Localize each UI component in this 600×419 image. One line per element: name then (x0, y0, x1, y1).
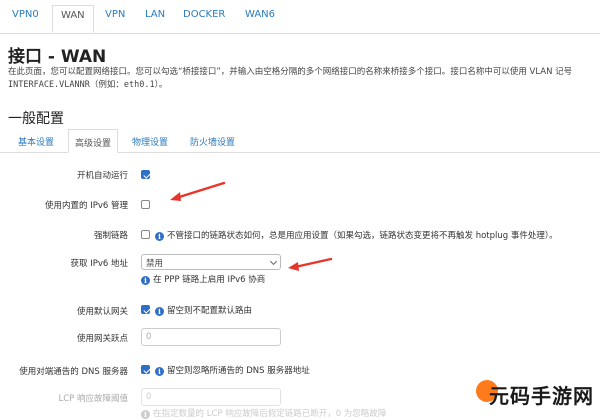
info-icon: i (155, 232, 164, 241)
peer-dns-label: 使用对端通告的 DNS 服务器 (19, 367, 128, 377)
default-gateway-hint-text: 留空则不配置默认路由 (167, 306, 253, 316)
default-gateway-checkbox[interactable] (141, 305, 150, 314)
tab-firewall-settings[interactable]: 防火墙设置 (190, 135, 235, 148)
tab-advanced-settings[interactable]: 高级设置 (68, 129, 119, 153)
force-link-checkbox[interactable] (141, 230, 150, 239)
tab-wan[interactable]: WAN (52, 5, 94, 33)
red-arrow-icon (170, 181, 226, 201)
autostart-checkbox[interactable] (141, 170, 150, 179)
sub-tab-bar: 基本设置 高级设置 物理设置 防火墙设置 (0, 127, 600, 153)
builtin-ipv6-label: 使用内置的 IPv6 管理 (45, 201, 128, 211)
tab-lan[interactable]: LAN (145, 9, 165, 20)
force-link-hint: i 不管接口的链路状态如何，总是用应用设置（如果勾选，链路状态变更将不再触发 ho… (155, 229, 558, 241)
peer-dns-hint-text: 留空则忽略所通告的 DNS 服务器地址 (167, 366, 310, 376)
ipv6-address-label: 获取 IPv6 地址 (70, 259, 128, 269)
gateway-metric-label: 使用网关跃点 (76, 334, 128, 344)
tab-vpn[interactable]: VPN (105, 9, 125, 20)
lcp-threshold-input[interactable]: 0 (141, 388, 281, 406)
watermark-text: 元码手游网 (489, 384, 594, 408)
autostart-label: 开机自动运行 (76, 171, 128, 181)
default-gateway-hint: i 留空则不配置默认路由 (155, 304, 252, 316)
info-icon: i (155, 367, 164, 376)
force-link-label: 强制链路 (93, 231, 128, 241)
top-tab-bar: VPN0 WAN VPN LAN DOCKER WAN6 (0, 0, 600, 34)
tab-docker[interactable]: DOCKER (183, 9, 225, 20)
page-title: 接口 - WAN (8, 47, 107, 67)
info-icon: i (141, 410, 150, 419)
ipv6-address-hint: i在 PPP 链路上启用 IPv6 协商 (141, 273, 265, 285)
info-icon: i (155, 307, 164, 316)
default-gateway-label: 使用默认网关 (76, 307, 128, 317)
peer-dns-checkbox[interactable] (141, 365, 150, 374)
tab-vpn0[interactable]: VPN0 (12, 9, 39, 20)
lcp-threshold-hint: i 在指定数量的 LCP 响应故障后假定链路已断开，0 为忽略故障 (141, 407, 386, 419)
lcp-threshold-label: LCP 响应故障阈值 (58, 394, 129, 404)
page-description: 在此页面，您可以配置网络接口。您可以勾选“桥接接口”，并输入由空格分隔的多个网络… (8, 66, 593, 92)
gateway-metric-input[interactable]: 0 (141, 328, 281, 346)
red-arrow-icon (288, 257, 333, 271)
description-line-2: INTERFACE.VLANNR（例如：eth0.1）。 (8, 80, 168, 90)
chevron-down-icon (269, 257, 278, 266)
tab-physical-settings[interactable]: 物理设置 (132, 135, 168, 148)
peer-dns-hint: i 留空则忽略所通告的 DNS 服务器地址 (155, 364, 310, 376)
description-line-1: 在此页面，您可以配置网络接口。您可以勾选“桥接接口”，并输入由空格分隔的多个网络… (8, 67, 573, 77)
tab-wan6[interactable]: WAN6 (245, 9, 275, 20)
force-link-hint-text: 不管接口的链路状态如何，总是用应用设置（如果勾选，链路状态变更将不再触发 hot… (167, 231, 558, 241)
ipv6-address-hint-text: 在 PPP 链路上启用 IPv6 协商 (153, 275, 266, 285)
ipv6-address-select[interactable]: 禁用 (141, 254, 281, 270)
section-title: 一般配置 (8, 111, 64, 127)
lcp-threshold-hint-text: 在指定数量的 LCP 响应故障后假定链路已断开，0 为忽略故障 (153, 409, 387, 419)
ipv6-address-select-value: 禁用 (146, 259, 164, 269)
tab-basic-settings[interactable]: 基本设置 (18, 135, 54, 148)
info-icon: i (141, 276, 150, 285)
watermark: 元码手游网 (476, 378, 594, 408)
builtin-ipv6-checkbox[interactable] (141, 200, 150, 209)
